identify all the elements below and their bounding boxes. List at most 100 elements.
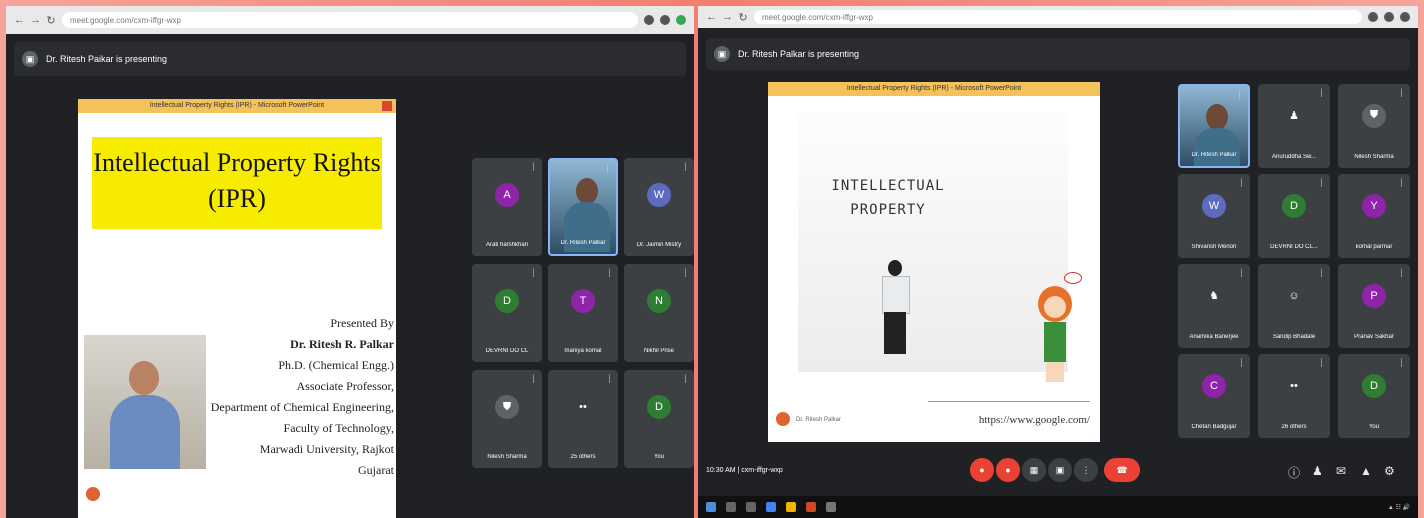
man-figure bbox=[880, 260, 910, 360]
info-icon[interactable]: ⓘ bbox=[1288, 464, 1300, 481]
shared-slide: Intellectual Property Rights (IPR) - Mic… bbox=[78, 99, 396, 518]
avatar: N bbox=[647, 289, 671, 314]
explorer-icon[interactable] bbox=[786, 502, 796, 512]
participant-tile[interactable]: ⛊ │ Nilesh Sharma bbox=[472, 370, 542, 468]
chat-icon[interactable]: ✉ bbox=[1336, 464, 1346, 478]
participant-tile[interactable]: ♟ │ Anuruddha Sw... bbox=[1258, 84, 1330, 168]
avatar: Y bbox=[1362, 193, 1386, 218]
participant-name: Pranav Sakhar bbox=[1354, 334, 1394, 340]
windows-taskbar: ▲ ☷ 🔊 bbox=[698, 496, 1418, 518]
mic-muted-icon: │ bbox=[1239, 270, 1244, 277]
participant-tile[interactable]: Y │ komal parmar bbox=[1338, 174, 1410, 258]
taskview-icon[interactable] bbox=[746, 502, 756, 512]
browser-toolbar: ← → ↻ meet.google.com/cxm-iffgr-wxp bbox=[6, 6, 694, 34]
participant-tile[interactable]: D │ DEVRNI DO CL bbox=[472, 264, 542, 362]
forward-icon[interactable]: → bbox=[722, 11, 733, 23]
mic-muted-icon: │ bbox=[1319, 90, 1324, 97]
participant-tile[interactable]: •• │ 26 others bbox=[1258, 354, 1330, 438]
participant-tile[interactable]: W │ Shivansh Menon bbox=[1178, 174, 1250, 258]
mic-off-button[interactable]: ● bbox=[970, 458, 994, 482]
back-icon[interactable]: ← bbox=[14, 14, 25, 26]
present-button[interactable]: ▣ bbox=[1048, 458, 1072, 482]
participant-tile[interactable]: ♞ │ Anamika Banerjee bbox=[1178, 264, 1250, 348]
start-icon[interactable] bbox=[706, 502, 716, 512]
mic-muted-icon: │ bbox=[1399, 360, 1404, 367]
back-icon[interactable]: ← bbox=[706, 11, 717, 23]
profile-icon[interactable] bbox=[676, 15, 686, 25]
search-icon[interactable] bbox=[726, 502, 736, 512]
extension-icon[interactable] bbox=[1368, 12, 1378, 22]
participant-name: 25 others bbox=[570, 454, 596, 460]
people-icon[interactable]: ♟ bbox=[1312, 464, 1323, 478]
participant-tile[interactable]: │ Dr. Ritesh Palkar bbox=[1178, 84, 1250, 168]
chrome-icon[interactable] bbox=[766, 502, 776, 512]
more-options-button[interactable]: ⋮ bbox=[1074, 458, 1098, 482]
mic-muted-icon: │ bbox=[531, 376, 536, 383]
captions-button[interactable]: ▦ bbox=[1022, 458, 1046, 482]
avatar: C bbox=[1202, 373, 1226, 398]
participant-tile[interactable]: D │ You bbox=[624, 370, 694, 468]
address-bar[interactable]: meet.google.com/cxm-iffgr-wxp bbox=[62, 12, 638, 28]
participant-name: komal parmar bbox=[1355, 244, 1393, 250]
mic-muted-icon: │ bbox=[1237, 92, 1242, 99]
end-call-button[interactable]: ☎ bbox=[1104, 458, 1140, 482]
participant-tile[interactable]: ☺ │ Sandip Bhadale bbox=[1258, 264, 1330, 348]
avatar: ♞ bbox=[1202, 283, 1226, 308]
extension-icon[interactable] bbox=[660, 15, 670, 25]
extension-icon[interactable] bbox=[1384, 12, 1394, 22]
participant-name: Dr. Jaimin Mistry bbox=[636, 242, 682, 248]
participant-tile[interactable]: W │ Dr. Jaimin Mistry bbox=[624, 158, 694, 256]
powerpoint-icon[interactable] bbox=[806, 502, 816, 512]
forward-icon[interactable]: → bbox=[30, 14, 41, 26]
ip-illustration bbox=[798, 112, 1068, 372]
present-icon: ▣ bbox=[714, 46, 730, 62]
participant-name: Arati harshkhari bbox=[485, 242, 529, 248]
avatar: ♟ bbox=[1282, 103, 1306, 128]
participant-tile[interactable]: ⛊ │ Nilesh Sharma bbox=[1338, 84, 1410, 168]
participant-tile[interactable]: A │ Arati harshkhari bbox=[472, 158, 542, 256]
camera-off-button[interactable]: ● bbox=[996, 458, 1020, 482]
participant-tile[interactable]: D │ DEVRNI DO CL... bbox=[1258, 174, 1330, 258]
divider bbox=[928, 401, 1090, 402]
man-pants bbox=[884, 312, 906, 354]
avatar: T bbox=[571, 289, 595, 314]
mic-muted-icon: │ bbox=[1239, 360, 1244, 367]
avatar: •• bbox=[571, 395, 595, 420]
participant-tile[interactable]: D │ You bbox=[1338, 354, 1410, 438]
participant-tile[interactable]: P │ Pranav Sakhar bbox=[1338, 264, 1410, 348]
mic-muted-icon: │ bbox=[605, 166, 610, 173]
credit-line: Gujarat bbox=[358, 463, 394, 477]
participant-tile[interactable]: N │ Nikhil Prise bbox=[624, 264, 694, 362]
avatar: W bbox=[1202, 193, 1226, 218]
participant-name: Sandip Bhadale bbox=[1272, 334, 1316, 340]
participant-tile[interactable]: │ Dr. Ritesh Palkar bbox=[548, 158, 618, 256]
activities-icon[interactable]: ▲ bbox=[1360, 464, 1372, 478]
system-tray[interactable]: ▲ ☷ 🔊 bbox=[1388, 504, 1410, 511]
credit-line: Marwadi University, Rajkot bbox=[259, 442, 394, 456]
participant-tile[interactable]: •• │ 25 others bbox=[548, 370, 618, 468]
ppt-titlebar: Intellectual Property Rights (IPR) - Mic… bbox=[768, 82, 1100, 96]
host-controls-icon[interactable]: ⚙ bbox=[1384, 464, 1395, 478]
man-shirt bbox=[882, 276, 910, 314]
credit-line: Presented By bbox=[330, 316, 394, 330]
cartoon-legs bbox=[1046, 362, 1064, 382]
presenter-credits: Presented By Dr. Ritesh R. Palkar Ph.D. … bbox=[202, 313, 394, 481]
profile-icon[interactable] bbox=[1400, 12, 1410, 22]
photo-head bbox=[129, 361, 159, 395]
mic-muted-icon: │ bbox=[1239, 180, 1244, 187]
credit-line: Ph.D. (Chemical Engg.) bbox=[278, 358, 394, 372]
participant-tile[interactable]: T │ maniya komal bbox=[548, 264, 618, 362]
mic-muted-icon: │ bbox=[1319, 270, 1324, 277]
app-icon[interactable] bbox=[826, 502, 836, 512]
avatar: D bbox=[1282, 193, 1306, 218]
mic-muted-icon: │ bbox=[607, 376, 612, 383]
ppt-titlebar: Intellectual Property Rights (IPR) - Mic… bbox=[78, 99, 396, 113]
address-bar[interactable]: meet.google.com/cxm-iffgr-wxp bbox=[754, 10, 1362, 24]
illustration-line: PROPERTY bbox=[850, 202, 926, 218]
extension-icon[interactable] bbox=[644, 15, 654, 25]
reload-icon[interactable]: ↻ bbox=[738, 11, 748, 24]
participant-tile[interactable]: C │ Chetan Badgujar bbox=[1178, 354, 1250, 438]
mic-muted-icon: │ bbox=[1319, 360, 1324, 367]
reload-icon[interactable]: ↻ bbox=[46, 14, 56, 27]
close-icon[interactable] bbox=[382, 101, 392, 111]
